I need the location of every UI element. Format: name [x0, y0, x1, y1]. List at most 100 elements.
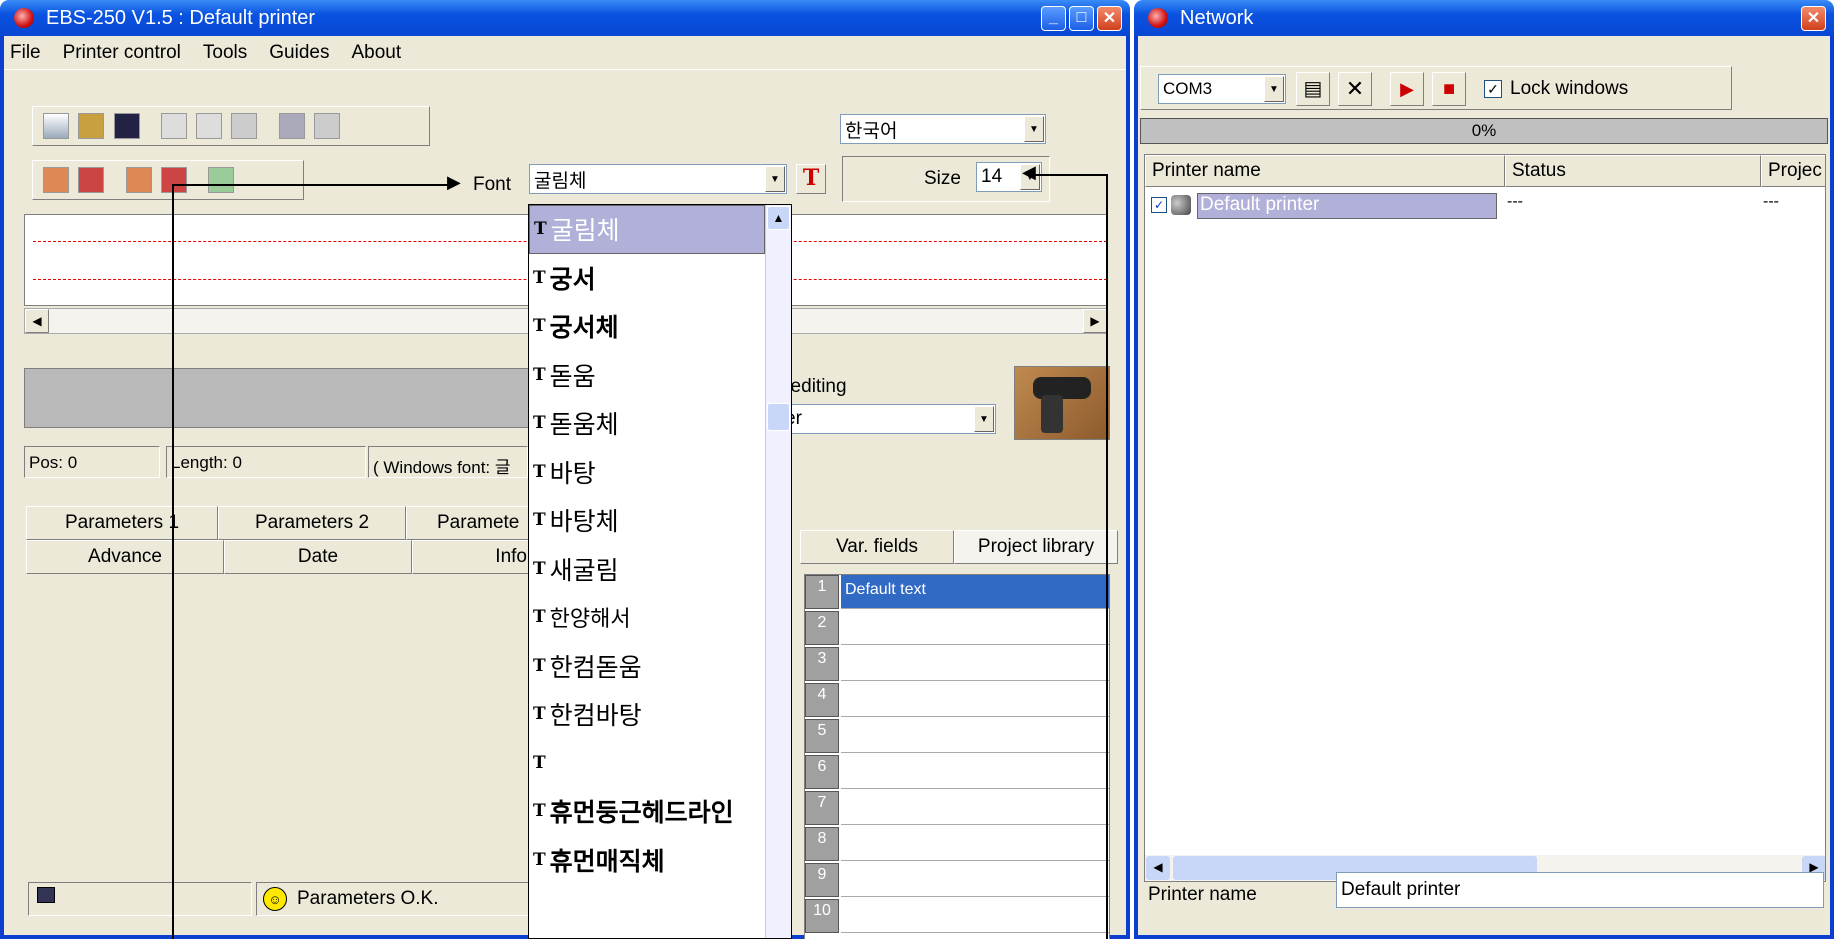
var-field-num: 1	[805, 575, 839, 609]
port-select[interactable]: COM3 ▼	[1158, 74, 1286, 104]
var-field-cell[interactable]	[841, 719, 1109, 753]
insert-left-icon[interactable]	[43, 167, 69, 193]
scroll-thumb[interactable]	[767, 403, 790, 431]
font-option[interactable]: T 궁서	[529, 254, 765, 303]
lock-windows-checkbox[interactable]: ✓ Lock windows	[1484, 78, 1628, 100]
menu-about[interactable]: About	[351, 42, 401, 64]
scroll-right-icon[interactable]: ▶	[1083, 309, 1107, 333]
menu-printer-control[interactable]: Printer control	[63, 42, 181, 64]
printer-name-cell: Default printer	[1197, 193, 1497, 219]
new-icon[interactable]	[43, 113, 69, 139]
printer-status-cell: ---	[1507, 193, 1523, 210]
column-header-status[interactable]: Status	[1505, 155, 1761, 187]
truetype-icon: T	[533, 364, 546, 385]
font-option[interactable]: T 한컴돋움	[529, 642, 765, 691]
font-option[interactable]: T 바탕체	[529, 496, 765, 545]
language-select[interactable]: 한국어 ▼	[840, 114, 1046, 144]
soft-editing-select[interactable]: er ▼	[780, 404, 996, 434]
font-option[interactable]: T 새굴림	[529, 545, 765, 594]
network-window-title: Network	[1180, 6, 1254, 29]
tab-parameters-1[interactable]: Parameters 1	[26, 506, 218, 540]
var-field-cell[interactable]: Default text	[841, 575, 1109, 609]
annotation-line-left	[172, 184, 174, 939]
font-select[interactable]: 굴림체 ▼	[529, 164, 787, 194]
cursor-icon[interactable]	[208, 167, 235, 193]
cut-icon[interactable]	[196, 113, 223, 139]
paste-icon[interactable]	[231, 113, 258, 139]
font-dropdown-list[interactable]: T 굴림체 T 궁서 T 궁서체 T 돋움 T 돋움체 T 바탕 T 바탕체 T 새굴림 T 한양…	[528, 204, 792, 939]
stop-icon[interactable]: ■	[1432, 72, 1466, 106]
menu-tools[interactable]: Tools	[203, 42, 247, 64]
var-field-cell[interactable]	[841, 827, 1109, 861]
var-field-cell[interactable]	[841, 755, 1109, 789]
brush-icon[interactable]	[278, 113, 305, 139]
checkbox-checked-icon[interactable]: ✓	[1151, 197, 1167, 213]
toolbar-file	[32, 106, 430, 146]
scroll-left-icon[interactable]: ◀	[25, 309, 49, 333]
column-header-printer-name[interactable]: Printer name	[1145, 155, 1505, 187]
font-option[interactable]: T 한양해서	[529, 593, 765, 642]
delete-icon[interactable]: ✕	[1338, 72, 1372, 106]
close-button[interactable]: ✕	[1097, 5, 1122, 31]
tab-parameters-2[interactable]: Parameters 2	[218, 506, 406, 540]
var-field-cell[interactable]	[841, 899, 1109, 933]
truetype-icon: T	[533, 607, 546, 628]
var-field-num: 7	[805, 791, 839, 825]
status-text-panel: ☺ Parameters O.K.	[256, 882, 536, 916]
var-field-num: 6	[805, 755, 839, 789]
network-client: COM3 ▼ ▤ ✕ ▶ ■ ✓ Lock windows 0% Printer…	[1138, 36, 1830, 935]
font-option[interactable]: T	[529, 739, 765, 788]
menu-file[interactable]: File	[10, 42, 41, 64]
copy-icon[interactable]	[160, 113, 187, 139]
maximize-button[interactable]: □	[1069, 5, 1094, 31]
toolbar-edit	[32, 160, 304, 200]
scroll-left-icon[interactable]: ◀	[1146, 856, 1170, 880]
var-field-cell[interactable]	[841, 863, 1109, 897]
var-field-cell[interactable]	[841, 791, 1109, 825]
truetype-icon: T	[533, 752, 546, 773]
network-titlebar[interactable]: Network ✕	[1134, 0, 1834, 36]
font-option[interactable]: T 돋움	[529, 351, 765, 400]
truetype-icon: T	[533, 413, 546, 434]
network-close-button[interactable]: ✕	[1801, 5, 1826, 31]
send-icon[interactable]	[313, 113, 340, 139]
save-icon[interactable]	[113, 113, 140, 139]
printer-name-input[interactable]	[1336, 872, 1824, 908]
tab-date[interactable]: Date	[224, 540, 412, 574]
font-option[interactable]: T 휴먼둥근헤드라인	[529, 787, 765, 836]
font-option[interactable]: T 굴림체	[529, 205, 765, 254]
minimize-button[interactable]: _	[1041, 5, 1066, 31]
font-list-scrollbar[interactable]: ▲	[765, 205, 791, 938]
font-style-button[interactable]: T	[796, 164, 826, 194]
font-option[interactable]: T 궁서체	[529, 302, 765, 351]
menu-guides[interactable]: Guides	[269, 42, 329, 64]
move-left-icon[interactable]	[125, 167, 152, 193]
column-header-project[interactable]: Projec	[1761, 155, 1825, 187]
printer-handle-shape	[1041, 395, 1063, 433]
checkbox-checked-icon[interactable]: ✓	[1484, 80, 1502, 98]
main-titlebar[interactable]: EBS-250 V1.5 : Default printer _ □ ✕	[0, 0, 1130, 36]
table-row[interactable]: ✓ Default printer --- ---	[1145, 191, 1825, 221]
chevron-down-icon[interactable]: ▼	[1024, 116, 1044, 142]
open-icon[interactable]	[78, 113, 105, 139]
tab-info[interactable]: Info	[412, 540, 536, 574]
tab-var-fields[interactable]: Var. fields	[800, 530, 954, 564]
tab-parameters-3[interactable]: Paramete	[406, 506, 536, 540]
chevron-down-icon[interactable]: ▼	[1264, 76, 1284, 102]
var-field-cell[interactable]	[841, 647, 1109, 681]
var-field-cell[interactable]	[841, 611, 1109, 645]
chevron-down-icon[interactable]: ▼	[765, 166, 785, 192]
font-option[interactable]: T 돋움체	[529, 399, 765, 448]
font-option[interactable]: T 한컴바탕	[529, 690, 765, 739]
scroll-up-icon[interactable]: ▲	[767, 206, 790, 230]
font-option[interactable]: T 바탕	[529, 448, 765, 497]
var-field-cell[interactable]	[841, 683, 1109, 717]
tab-advance[interactable]: Advance	[26, 540, 224, 574]
tab-project-library[interactable]: Project library	[954, 530, 1118, 564]
properties-icon[interactable]: ▤	[1296, 72, 1330, 106]
insert-right-icon[interactable]	[78, 167, 105, 193]
chevron-down-icon[interactable]: ▼	[974, 406, 994, 432]
font-option[interactable]: T 휴먼매직체	[529, 836, 765, 885]
app-icon	[14, 8, 34, 28]
play-icon[interactable]: ▶	[1390, 72, 1424, 106]
